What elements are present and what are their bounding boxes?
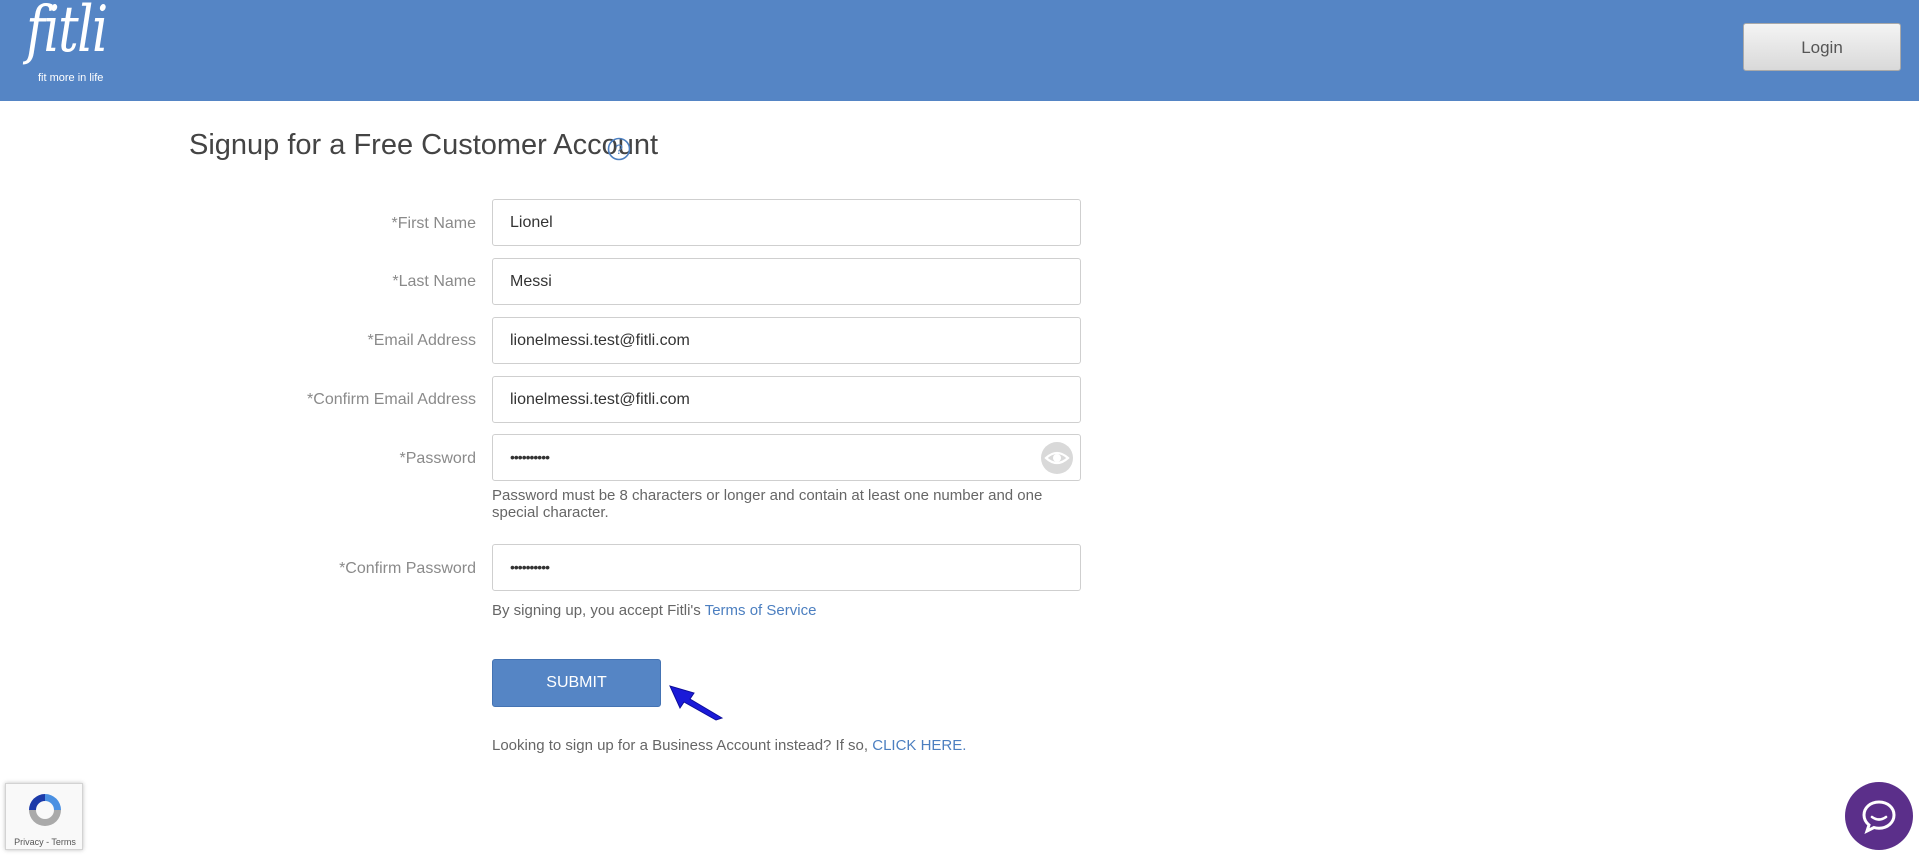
business-signup-link[interactable]: CLICK HERE.: [872, 737, 966, 754]
login-button[interactable]: Login: [1743, 23, 1901, 71]
header: fitli fit more in life Login: [0, 0, 1919, 101]
last-name-input[interactable]: Messi: [492, 258, 1081, 305]
email-label: *Email Address: [367, 332, 477, 349]
business-account-notice: Looking to sign up for a Business Accoun…: [492, 737, 966, 754]
fitli-logo[interactable]: fitli fit more in life: [14, 0, 114, 88]
confirm-password-label: *Confirm Password: [339, 560, 476, 577]
page-title: Signup for a Free Customer Account: [189, 129, 659, 161]
confirm-email-input[interactable]: lionelmessi.test@fitli.com: [492, 376, 1081, 423]
eye-icon[interactable]: [1040, 441, 1074, 475]
password-input[interactable]: ••••••••••: [492, 434, 1081, 481]
submit-button[interactable]: SUBMIT: [492, 659, 661, 707]
terms-of-service-link[interactable]: Terms of Service: [705, 602, 817, 619]
help-icon[interactable]: ?: [607, 137, 631, 161]
first-name-input[interactable]: Lionel: [492, 199, 1081, 246]
chat-button[interactable]: [1845, 782, 1913, 850]
first-name-label: *First Name: [391, 215, 476, 232]
arrow-icon: [668, 682, 728, 722]
confirm-password-input[interactable]: ••••••••••: [492, 544, 1081, 591]
recaptcha-icon: [25, 790, 65, 830]
last-name-label: *Last Name: [392, 273, 476, 290]
chat-bubble-icon: [1861, 798, 1897, 834]
terms-prefix: By signing up, you accept Fitli's: [492, 602, 701, 619]
logo-wordmark: fitli: [26, 0, 108, 67]
business-prefix: Looking to sign up for a Business Accoun…: [492, 737, 869, 754]
recaptcha-badge[interactable]: Privacy - Terms: [5, 783, 83, 850]
recaptcha-privacy-terms[interactable]: Privacy - Terms: [6, 837, 84, 847]
logo-tagline: fit more in life: [38, 72, 104, 84]
password-label: *Password: [399, 450, 476, 467]
email-input[interactable]: lionelmessi.test@fitli.com: [492, 317, 1081, 364]
confirm-email-label: *Confirm Email Address: [307, 391, 476, 408]
terms-notice: By signing up, you accept Fitli's Terms …: [492, 602, 816, 619]
svg-text:?: ?: [615, 141, 623, 157]
password-hint: Password must be 8 characters or longer …: [492, 487, 1043, 521]
